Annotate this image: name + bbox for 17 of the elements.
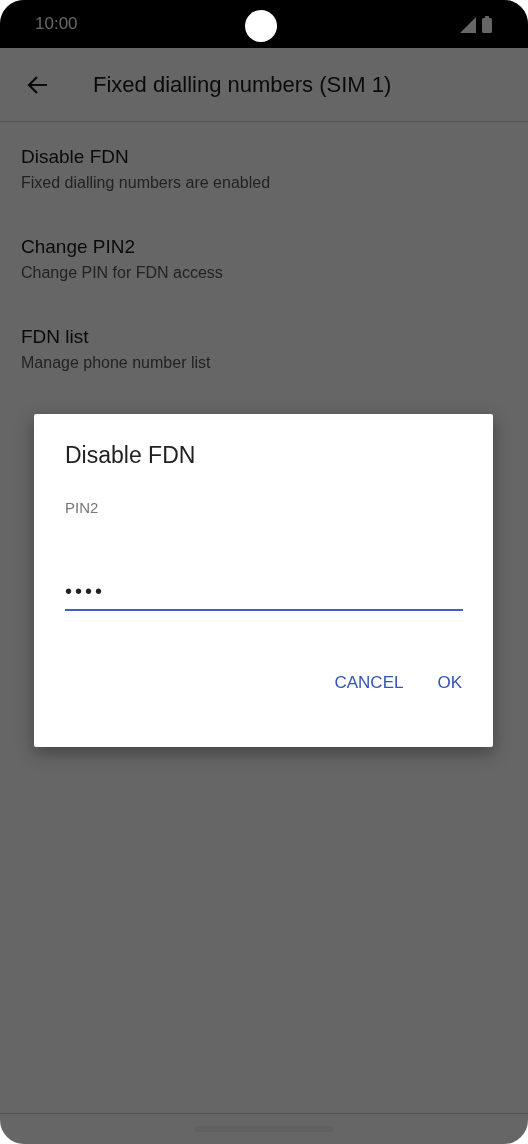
item-summary: Manage phone number list xyxy=(21,354,212,372)
battery-icon xyxy=(482,15,492,33)
back-button[interactable] xyxy=(25,73,49,96)
item-title: Change PIN2 xyxy=(21,236,137,258)
item-title: FDN list xyxy=(21,326,90,348)
item-title: Disable FDN xyxy=(21,146,130,168)
back-arrow-icon xyxy=(26,74,48,95)
dialog-title: Disable FDN xyxy=(65,442,197,469)
item-summary: Change PIN for FDN access xyxy=(21,264,224,282)
screen-title: Fixed dialling numbers (SIM 1) xyxy=(93,71,392,98)
dialog-button[interactable]: OK xyxy=(431,665,468,701)
status-time: 10:00 xyxy=(35,14,78,34)
field-label: PIN2 xyxy=(65,499,100,516)
item-summary: Fixed dialling numbers are enabled xyxy=(21,174,272,192)
pin-field[interactable]: •••• xyxy=(65,580,463,611)
signal-icon xyxy=(460,16,476,33)
dialog-button[interactable]: CANCEL xyxy=(328,665,410,701)
